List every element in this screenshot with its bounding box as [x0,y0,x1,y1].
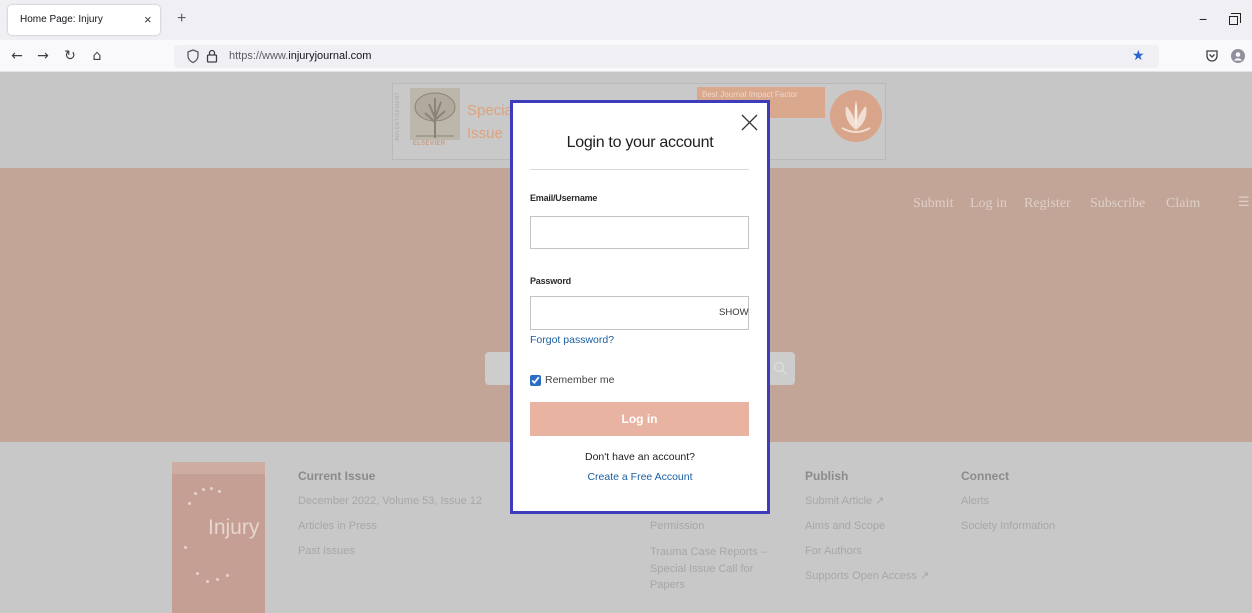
tab-close-icon[interactable]: × [144,5,152,35]
modal-divider [530,169,749,170]
navigation-toolbar: ← → ↻ ⌂ https://www.injuryjournal.com ★ [0,40,1252,72]
no-account-text: Don't have an account? [585,451,695,463]
reload-icon[interactable]: ↻ [62,40,78,72]
url-scheme: https://www. [229,50,289,62]
bookmark-star-icon[interactable]: ★ [1132,45,1145,68]
back-arrow-icon[interactable]: ← [9,40,25,72]
email-field[interactable] [530,216,749,249]
profile-icon[interactable] [1231,49,1245,63]
email-label: Email/Username [530,193,598,203]
modal-title: Login to your account [566,134,714,151]
tab-home-page-injury[interactable]: Home Page: Injury × [8,5,160,35]
home-icon[interactable]: ⌂ [89,40,105,72]
show-password-toggle[interactable]: SHOW [719,306,749,320]
forgot-password-link[interactable]: Forgot password? [530,333,614,347]
minimize-icon[interactable]: − [1199,9,1207,29]
new-tab-icon[interactable]: + [177,9,186,29]
create-account-link[interactable]: Create a Free Account [513,470,767,484]
password-label: Password [530,276,571,286]
url-domain: injuryjournal.com [288,50,372,62]
restore-window-icon[interactable] [1229,13,1241,25]
log-in-button[interactable]: Log in [530,402,749,436]
tab-strip: Home Page: Injury × + − [0,0,1252,40]
close-icon[interactable] [741,114,758,131]
remember-me-checkbox[interactable] [530,375,541,386]
address-bar[interactable]: https://www.injuryjournal.com ★ [174,45,1159,68]
password-field[interactable] [530,296,749,330]
forward-arrow-icon[interactable]: → [35,40,51,72]
remember-me-label[interactable]: Remember me [545,373,614,387]
lock-icon[interactable] [206,49,218,63]
login-modal: Login to your account Email/Username Pas… [510,100,770,514]
pocket-icon[interactable] [1205,49,1219,63]
url-text[interactable]: https://www.injuryjournal.com [229,45,371,68]
tracking-shield-icon[interactable] [186,49,200,64]
tab-title: Home Page: Injury [20,14,103,25]
